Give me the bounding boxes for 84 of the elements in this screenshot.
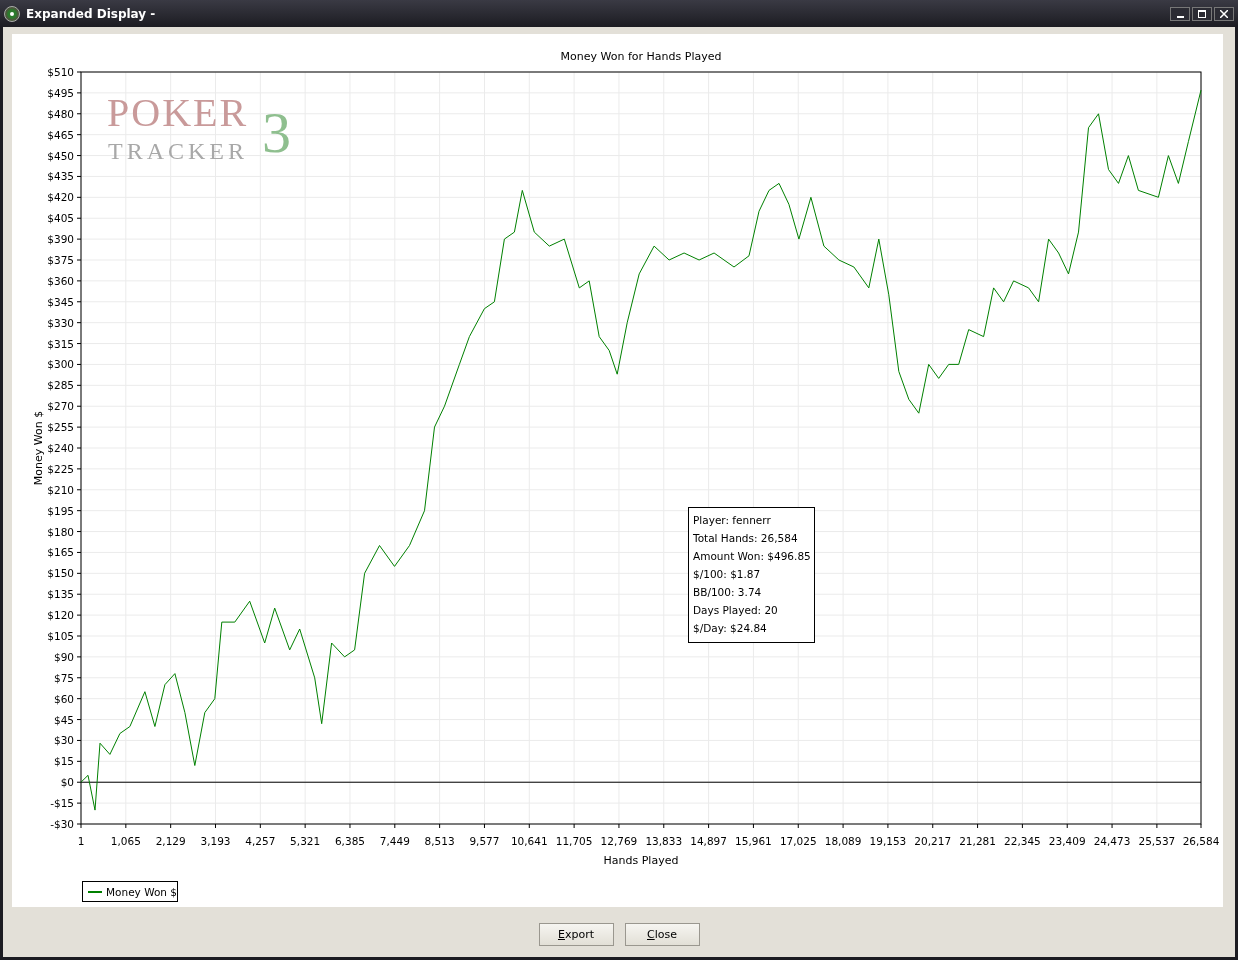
- y-tick-label: $15: [53, 755, 74, 768]
- y-tick-label: $285: [47, 379, 74, 392]
- tooltip-line: Player: fennerr: [693, 514, 771, 526]
- x-axis-title: Hands Played: [603, 854, 679, 867]
- x-tick-label: 5,321: [290, 835, 321, 847]
- y-tick-label: $75: [53, 671, 74, 684]
- y-tick-label: $450: [47, 149, 74, 162]
- x-tick-label: 11,705: [555, 835, 593, 847]
- y-tick-label: $150: [47, 567, 74, 580]
- y-tick-label: $465: [47, 128, 74, 141]
- y-axis-title: Money Won $: [32, 410, 45, 486]
- y-tick-label: $120: [47, 609, 74, 622]
- dialog-button[interactable]: Close: [624, 923, 700, 946]
- y-tick-label: $135: [47, 588, 74, 601]
- y-tick-label: $480: [47, 107, 74, 120]
- x-tick-label: 24,473: [1093, 835, 1131, 847]
- x-tick-label: 6,385: [334, 835, 365, 847]
- close-icon: [1220, 9, 1228, 18]
- y-tick-label: $420: [47, 191, 74, 204]
- y-tick-label: $90: [53, 650, 74, 663]
- y-tick-label: $0: [60, 776, 74, 789]
- x-tick-label: 25,537: [1138, 835, 1176, 847]
- y-tick-label: $105: [47, 630, 74, 642]
- tooltip-line: Amount Won: $496.85: [693, 550, 811, 562]
- minimize-icon: [1176, 15, 1184, 18]
- x-tick-label: 1: [77, 835, 85, 847]
- x-tick-label: 1,065: [110, 835, 141, 847]
- maximize-icon: [1198, 9, 1206, 18]
- y-tick-label: $405: [47, 212, 74, 225]
- x-tick-label: 4,257: [245, 835, 276, 847]
- y-tick-label: -$15: [50, 797, 74, 810]
- x-tick-label: 2,129: [155, 835, 186, 847]
- y-tick-label: $195: [47, 504, 74, 517]
- x-tick-label: 13,833: [645, 835, 683, 847]
- y-tick-label: $210: [47, 483, 74, 496]
- x-tick-label: 7,449: [379, 835, 410, 847]
- y-tick-label: $225: [47, 462, 74, 475]
- x-tick-label: 3,193: [200, 835, 231, 847]
- x-tick-label: 18,089: [824, 835, 862, 847]
- tooltip-line: Total Hands: 26,584: [693, 532, 798, 544]
- maximize-button[interactable]: [1192, 6, 1212, 21]
- y-tick-label: $435: [47, 170, 74, 183]
- y-tick-label: $45: [53, 713, 74, 726]
- chart-title: Money Won for Hands Played: [560, 50, 722, 63]
- x-tick-label: 19,153: [869, 835, 907, 847]
- y-tick-label: $240: [47, 442, 74, 454]
- y-tick-label: -$30: [50, 818, 74, 830]
- y-tick-label: $390: [47, 233, 74, 246]
- x-tick-label: 26,584: [1182, 835, 1220, 847]
- y-tick-label: $30: [53, 734, 74, 747]
- tooltip-line: BB/100: 3.74: [693, 586, 762, 598]
- y-tick-label: $330: [47, 316, 74, 329]
- x-tick-label: 10,641: [510, 835, 548, 847]
- y-tick-label: $315: [47, 337, 74, 350]
- y-tick-label: $180: [47, 525, 74, 538]
- tooltip-line: $/Day: $24.84: [693, 622, 767, 634]
- x-tick-label: 12,769: [600, 835, 638, 847]
- x-tick-label: 15,961: [735, 835, 772, 847]
- y-tick-label: $270: [47, 400, 74, 413]
- y-tick-label: $375: [47, 254, 74, 266]
- x-tick-label: 17,025: [779, 835, 817, 847]
- app-logo-icon: [4, 5, 20, 22]
- x-tick-label: 8,513: [424, 835, 455, 847]
- x-tick-label: 20,217: [914, 835, 952, 847]
- y-tick-label: $495: [47, 86, 74, 99]
- y-tick-label: $345: [47, 295, 74, 308]
- x-tick-label: 14,897: [690, 835, 727, 847]
- tooltip-line: $/100: $1.87: [693, 568, 761, 580]
- x-tick-label: 22,345: [1004, 835, 1041, 847]
- window-title: Expanded Display -: [26, 6, 157, 21]
- y-tick-label: $510: [47, 66, 74, 78]
- x-tick-label: 23,409: [1048, 835, 1086, 847]
- y-tick-label: $60: [53, 692, 74, 705]
- legend-label: Money Won $: [106, 886, 177, 898]
- y-tick-label: $300: [47, 358, 74, 371]
- x-tick-label: 9,577: [469, 835, 500, 847]
- tooltip-line: Days Played: 20: [693, 604, 778, 616]
- dialog-button[interactable]: Export: [538, 923, 614, 946]
- x-tick-label: 21,281: [959, 835, 996, 847]
- y-tick-label: $165: [47, 546, 74, 559]
- y-tick-label: $360: [47, 274, 74, 287]
- close-button[interactable]: [1214, 6, 1234, 21]
- y-tick-label: $255: [47, 421, 74, 434]
- minimize-button[interactable]: [1170, 6, 1190, 21]
